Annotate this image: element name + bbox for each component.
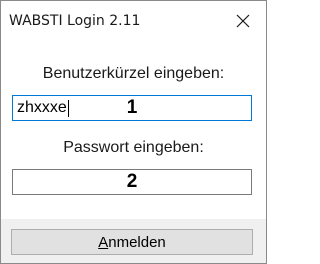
- username-label: Benutzerkürzel eingeben:: [42, 65, 225, 82]
- username-value-wrap: zhxxxe: [17, 99, 69, 117]
- username-input[interactable]: zhxxxe 1: [12, 95, 252, 121]
- password-input[interactable]: 2: [12, 169, 252, 195]
- annotation-marker-2: 2: [126, 171, 138, 192]
- close-button[interactable]: [220, 1, 266, 41]
- login-dialog: WABSTI Login 2.11 Benutzerkürzel eingebe…: [0, 0, 267, 264]
- dialog-footer: Anmelden: [1, 219, 266, 263]
- title-bar: WABSTI Login 2.11: [1, 1, 266, 41]
- close-icon: [236, 14, 250, 28]
- text-caret: [67, 99, 69, 117]
- login-button[interactable]: Anmelden: [11, 229, 253, 255]
- password-label: Passwort eingeben:: [63, 139, 204, 156]
- login-button-mnemonic: A: [98, 233, 109, 251]
- window-title: WABSTI Login 2.11: [9, 13, 141, 29]
- login-button-label: nmelden: [108, 233, 166, 251]
- username-value: zhxxxe: [17, 99, 67, 116]
